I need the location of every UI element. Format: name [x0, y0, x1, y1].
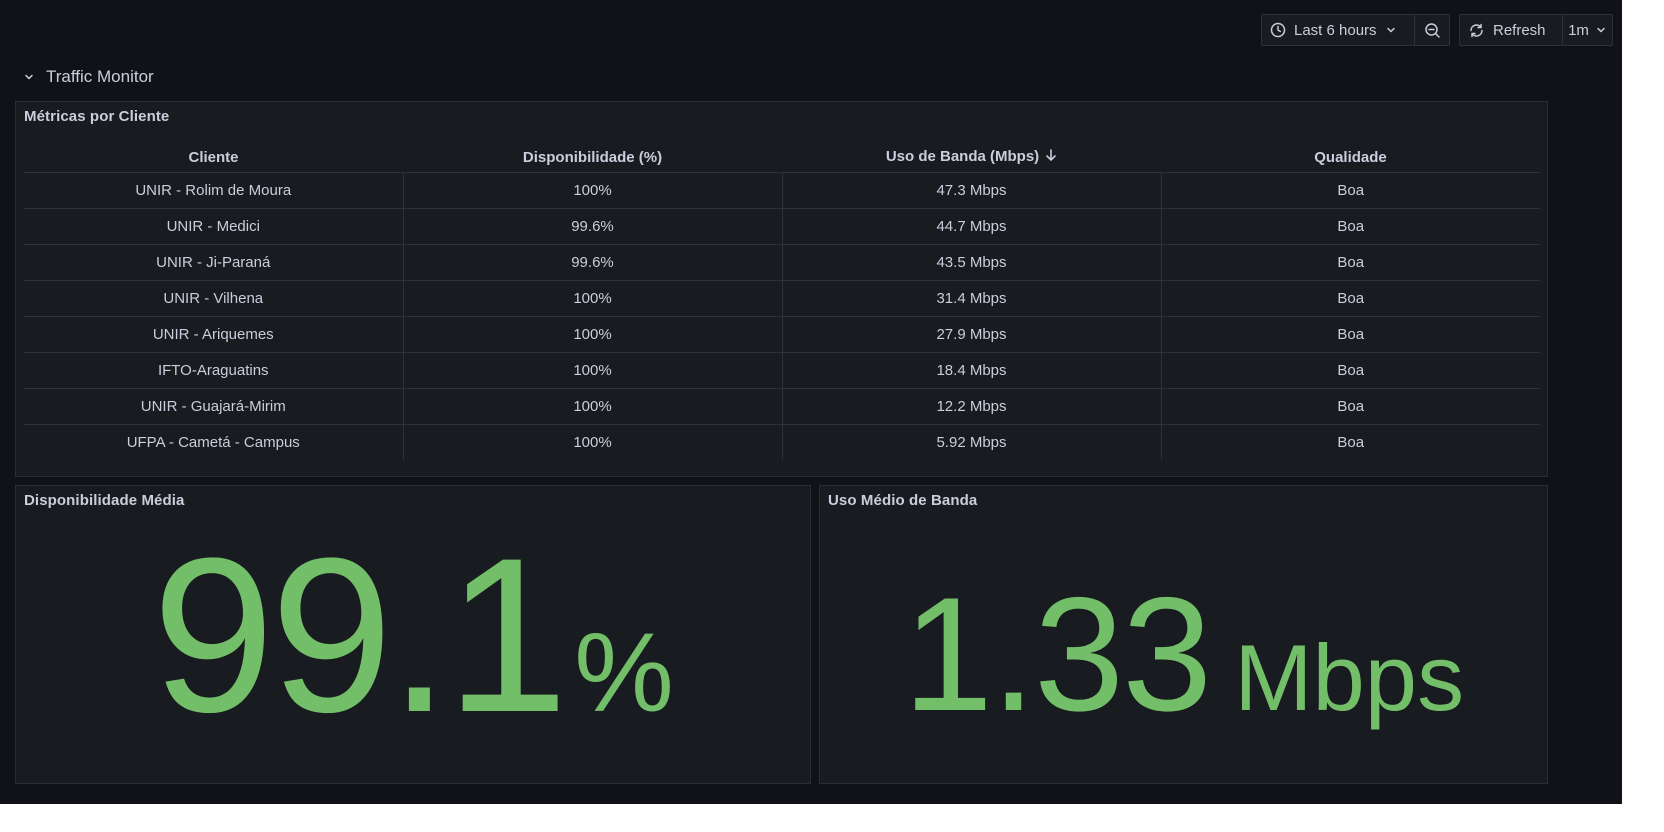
cell-cliente: UNIR - Ariquemes — [24, 316, 404, 353]
cell-disponibilidade: 100% — [403, 316, 783, 353]
stat-value: 1.33 — [902, 564, 1212, 745]
column-header-disponibilidade[interactable]: Disponibilidade (%) — [403, 142, 782, 173]
table-row: UNIR - Guajará-Mirim 100% 12.2 Mbps Boa — [24, 388, 1540, 425]
cell-uso-de-banda: 31.4 Mbps — [782, 280, 1162, 317]
row-toggle-traffic-monitor[interactable]: Traffic Monitor — [22, 66, 154, 88]
cell-qualidade: Boa — [1161, 388, 1540, 425]
table-row: UNIR - Medici 99.6% 44.7 Mbps Boa — [24, 208, 1540, 245]
cell-disponibilidade: 99.6% — [403, 244, 783, 281]
cell-qualidade: Boa — [1161, 280, 1540, 317]
cell-cliente: IFTO-Araguatins — [24, 352, 404, 389]
time-range-picker[interactable]: Last 6 hours — [1261, 14, 1415, 46]
cell-qualidade: Boa — [1161, 172, 1540, 209]
cell-qualidade: Boa — [1337, 434, 1365, 451]
cell-disponibilidade: 100% — [403, 388, 783, 425]
column-header-uso-de-banda[interactable]: Uso de Banda (Mbps) — [782, 142, 1161, 173]
table-body: UNIR - Rolim de Moura 100% 47.3 Mbps Boa UNI… — [24, 172, 1540, 460]
cell-qualidade: Boa — [1161, 316, 1540, 353]
metrics-table-panel: Métricas por Cliente Cliente Disponibili… — [15, 101, 1548, 477]
column-header-cliente[interactable]: Cliente — [24, 142, 403, 173]
cell-disponibilidade: 100% — [403, 172, 783, 209]
table-row: UFPA - Cametá - Campus 100% 5.92 Mbps Boa — [24, 424, 1540, 460]
table-header-row: Cliente Disponibilidade (%) Uso de Banda… — [24, 142, 1540, 173]
panel-title[interactable]: Uso Médio de Banda — [828, 492, 977, 509]
cell-uso-de-banda: 12.2 Mbps — [782, 388, 1162, 425]
refresh-interval-label: 1m — [1568, 21, 1589, 39]
zoom-out-icon — [1424, 22, 1441, 39]
cell-disponibilidade: 100% — [403, 280, 783, 317]
row-title: Traffic Monitor — [46, 67, 154, 86]
cell-disponibilidade: 100% — [403, 352, 783, 389]
time-range-label: Last 6 hours — [1294, 21, 1377, 39]
cell-cliente: UNIR - Vilhena — [24, 280, 404, 317]
panel-title[interactable]: Disponibilidade Média — [24, 492, 184, 509]
refresh-icon — [1468, 22, 1485, 39]
table-row: UNIR - Rolim de Moura 100% 47.3 Mbps Boa — [24, 172, 1540, 209]
chevron-down-icon — [22, 71, 36, 83]
cell-qualidade: Boa — [1161, 244, 1540, 281]
dashboard: Last 6 hours Refresh 1m Traffic Monitor … — [0, 0, 1622, 804]
arrow-down-icon — [1045, 148, 1057, 166]
table-row: UNIR - Ji-Paraná 99.6% 43.5 Mbps Boa — [24, 244, 1540, 281]
panel-title[interactable]: Métricas por Cliente — [24, 108, 169, 125]
refresh-label: Refresh — [1493, 21, 1546, 39]
table-row: IFTO-Araguatins 100% 18.4 Mbps Boa — [24, 352, 1540, 389]
chevron-down-icon — [1385, 24, 1397, 36]
refresh-interval-picker[interactable]: 1m — [1563, 14, 1613, 46]
bandwidth-stat: 1.33 Mbps — [819, 564, 1548, 745]
stat-value: 99.1 — [152, 512, 568, 758]
table-row: UNIR - Ariquemes 100% 27.9 Mbps Boa — [24, 316, 1540, 353]
cell-cliente: UNIR - Rolim de Moura — [24, 172, 404, 209]
stat-unit: Mbps — [1234, 625, 1465, 730]
metrics-table: Cliente Disponibilidade (%) Uso de Banda… — [24, 142, 1540, 460]
chevron-down-icon — [1595, 24, 1607, 36]
cell-cliente: UNIR - Medici — [24, 208, 404, 245]
table-row: UNIR - Vilhena 100% 31.4 Mbps Boa — [24, 280, 1540, 317]
cell-uso-de-banda: 27.9 Mbps — [782, 316, 1162, 353]
cell-qualidade: Boa — [1161, 352, 1540, 389]
cell-uso-de-banda: 47.3 Mbps — [782, 172, 1162, 209]
stat-unit: % — [574, 610, 674, 735]
refresh-button[interactable]: Refresh — [1459, 14, 1563, 46]
cell-uso-de-banda: 5.92 Mbps — [782, 424, 1162, 460]
cell-uso-de-banda: 44.7 Mbps — [782, 208, 1162, 245]
cell-qualidade: Boa — [1161, 208, 1540, 245]
cell-uso-de-banda: 18.4 Mbps — [782, 352, 1162, 389]
availability-stat: 99.1 % — [15, 512, 811, 758]
zoom-out-button[interactable] — [1415, 14, 1450, 46]
clock-icon — [1270, 22, 1286, 38]
cell-cliente: UFPA - Cametá - Campus — [24, 424, 404, 460]
cell-disponibilidade: 99.6% — [403, 208, 783, 245]
column-header-qualidade[interactable]: Qualidade — [1161, 142, 1540, 173]
cell-uso-de-banda: 43.5 Mbps — [782, 244, 1162, 281]
cell-cliente: UNIR - Ji-Paraná — [24, 244, 404, 281]
cell-cliente: UNIR - Guajará-Mirim — [24, 388, 404, 425]
cell-disponibilidade: 100% — [403, 424, 783, 460]
